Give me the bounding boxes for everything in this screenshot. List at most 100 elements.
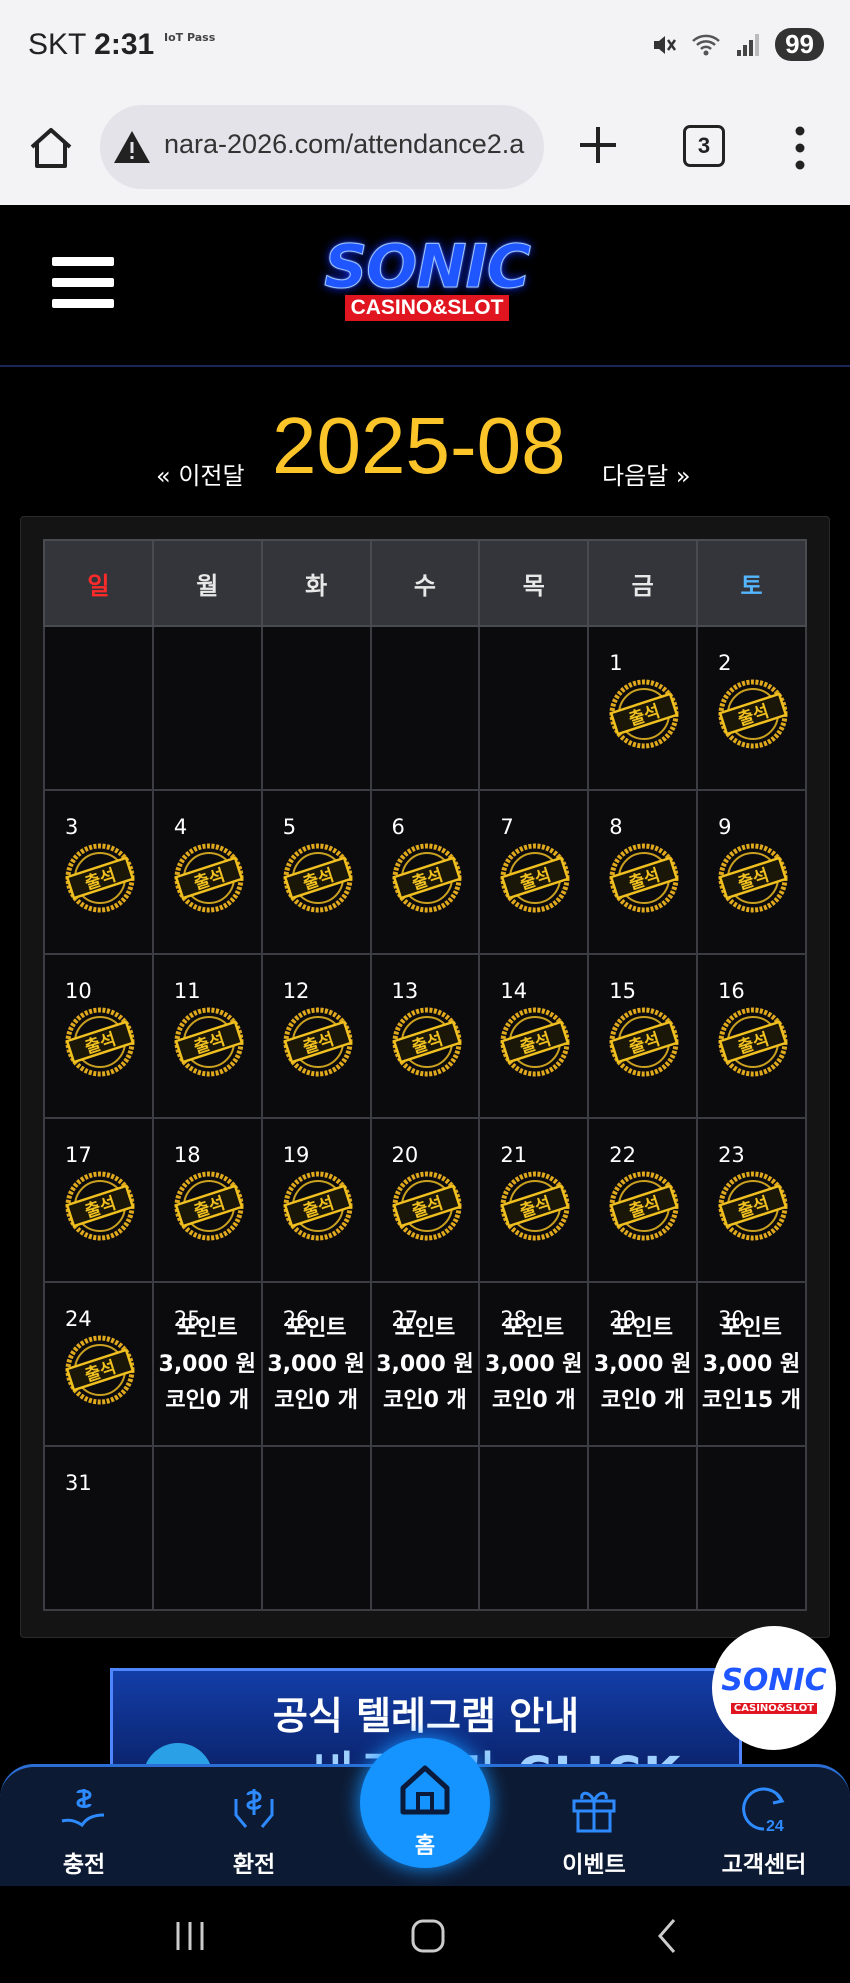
calendar-day-cell: 4 출석 xyxy=(151,789,263,955)
attendance-stamp-icon: 출석 xyxy=(392,1171,462,1241)
day-number: 31 xyxy=(65,1471,92,1495)
calendar-day-cell: 31 xyxy=(43,1445,154,1611)
nav-event-label: 이벤트 xyxy=(562,1852,626,1878)
attendance-stamp-icon: 출석 xyxy=(718,679,788,749)
home-icon xyxy=(400,1765,450,1815)
mute-icon xyxy=(654,35,677,54)
reward-coin: 코인0 개 xyxy=(491,1388,576,1413)
nav-withdraw-label: 환전 xyxy=(232,1852,276,1878)
tab-switcher-button[interactable]: 3 xyxy=(683,125,725,167)
day-number: 18 xyxy=(173,1143,201,1167)
day-number: 16 xyxy=(718,979,745,1003)
fab-logo-wordmark: SONIC xyxy=(721,1663,827,1698)
nav-event[interactable]: 이벤트 xyxy=(524,1767,664,1889)
day-number: 19 xyxy=(282,1143,310,1167)
calendar-day-cell: 10 출석 xyxy=(43,953,154,1119)
status-bar: SKT 2:31 IoT Pass 99 xyxy=(0,0,850,95)
more-menu-icon[interactable] xyxy=(790,123,810,173)
warning-icon[interactable] xyxy=(112,127,152,167)
attendance-stamp-icon: 출석 xyxy=(500,1007,570,1077)
calendar-day-cell: 1 출석 xyxy=(587,625,699,791)
calendar-day-cell: 15 출석 xyxy=(587,953,699,1119)
wifi-icon xyxy=(692,34,720,55)
nav-withdraw[interactable]: 환전 xyxy=(184,1767,324,1889)
reward-amount: 3,000 원 xyxy=(593,1352,692,1377)
reward-coin: 코인0 개 xyxy=(274,1388,358,1413)
reward-coin: 코인0 개 xyxy=(165,1388,250,1413)
calendar-empty-cell xyxy=(587,1445,699,1611)
attendance-stamp-icon: 출석 xyxy=(283,1007,353,1077)
day-number: 2 xyxy=(718,651,732,675)
month-title: 2025-08 xyxy=(272,401,566,490)
banner-title: 공식 텔레그램 안내 xyxy=(272,1694,580,1738)
calendar-day-cell: 16 출석 xyxy=(696,953,807,1119)
back-icon[interactable] xyxy=(652,1916,682,1956)
calendar-empty-cell xyxy=(478,625,590,791)
nav-deposit[interactable]: 충전 xyxy=(14,1767,154,1889)
nav-deposit-label: 충전 xyxy=(62,1852,106,1878)
attendance-stamp-icon: 출석 xyxy=(500,843,570,913)
attendance-stamp-icon: 출석 xyxy=(283,843,353,913)
day-number: 1 xyxy=(609,651,623,675)
reward-info: 포인트 3,000 원 코인0 개 xyxy=(154,1311,261,1419)
day-number: 17 xyxy=(65,1143,92,1167)
calendar-day-cell: 8 출석 xyxy=(587,789,699,955)
url-bar[interactable]: nara-2026.com/attendance2.a xyxy=(100,105,544,189)
gift-icon xyxy=(572,1791,616,1833)
reward-point: 포인트 xyxy=(721,1316,782,1341)
site-logo[interactable]: SONIC CASINO&SLOT xyxy=(292,235,562,335)
day-number: 5 xyxy=(282,815,297,839)
attendance-stamp-icon: 출석 xyxy=(65,1171,135,1241)
iot-pass-icon: IoT Pass xyxy=(164,31,216,44)
calendar-empty-cell xyxy=(151,1445,263,1611)
calendar-day-cell: 13 출석 xyxy=(369,953,481,1119)
nav-support[interactable]: 24 고객센터 xyxy=(694,1767,834,1889)
attendance-stamp-icon: 출석 xyxy=(609,679,679,749)
weekday-wed: 수 xyxy=(369,539,481,627)
day-number: 7 xyxy=(500,815,514,839)
reward-point: 포인트 xyxy=(285,1316,347,1341)
reward-amount: 3,000 원 xyxy=(158,1352,257,1377)
carrier: SKT xyxy=(28,28,86,61)
calendar-day-cell: 12 출석 xyxy=(260,953,372,1119)
signal-icon xyxy=(737,33,760,56)
month-navigation: « 이전달 2025-08 다음달 » xyxy=(0,400,850,490)
calendar-day-cell: 2 출석 xyxy=(696,625,807,791)
attendance-stamp-icon: 출석 xyxy=(609,843,679,913)
calendar-day-cell: 25 포인트 3,000 원 코인0 개 xyxy=(151,1281,263,1447)
floating-logo-button[interactable]: SONIC CASINO&SLOT xyxy=(712,1626,836,1750)
reward-point: 포인트 xyxy=(394,1316,456,1341)
hamburger-menu-icon[interactable] xyxy=(52,257,114,311)
deposit-icon xyxy=(61,1789,105,1828)
recent-apps-icon[interactable] xyxy=(172,1918,208,1954)
calendar-day-cell: 29 포인트 3,000 원 코인0 개 xyxy=(587,1281,699,1447)
attendance-stamp-icon: 출석 xyxy=(174,1171,244,1241)
weekday-thu: 목 xyxy=(478,539,590,627)
attendance-stamp-icon: 출석 xyxy=(392,1007,462,1077)
reward-info: 포인트 3,000 원 코인0 개 xyxy=(589,1311,696,1419)
calendar-empty-cell xyxy=(478,1445,590,1611)
weekday-sat: 토 xyxy=(696,539,807,627)
home-system-icon[interactable] xyxy=(408,1916,448,1956)
attendance-calendar: 일 월 화 수 목 금 토 1 출석 2 출석 3 출석 4 출석 5 출석 6 출석 7 출석 8 출석 9 출… xyxy=(20,516,830,1638)
system-navigation-bar xyxy=(0,1886,850,1983)
calendar-empty-cell xyxy=(369,1445,481,1611)
calendar-day-cell: 21 출석 xyxy=(478,1117,590,1283)
calendar-day-cell: 20 출석 xyxy=(369,1117,481,1283)
attendance-stamp-icon: 출석 xyxy=(718,1171,788,1241)
next-month-link[interactable]: 다음달 » xyxy=(602,456,691,491)
calendar-day-cell: 18 출석 xyxy=(151,1117,263,1283)
new-tab-icon[interactable] xyxy=(576,123,620,167)
calendar-day-cell: 22 출석 xyxy=(587,1117,699,1283)
calendar-empty-cell xyxy=(260,1445,372,1611)
nav-home-button[interactable]: 홈 xyxy=(360,1738,490,1868)
attendance-stamp-icon: 출석 xyxy=(174,843,244,913)
browser-home-icon[interactable] xyxy=(26,123,76,173)
reward-amount: 3,000 원 xyxy=(485,1352,583,1377)
reward-point: 포인트 xyxy=(612,1316,673,1341)
url-text[interactable]: nara-2026.com/attendance2.a xyxy=(164,129,524,160)
clock: 2:31 xyxy=(94,28,155,61)
prev-month-link[interactable]: « 이전달 xyxy=(156,456,245,491)
reward-amount: 3,000 원 xyxy=(376,1352,474,1377)
reward-amount: 3,000 원 xyxy=(702,1352,801,1377)
